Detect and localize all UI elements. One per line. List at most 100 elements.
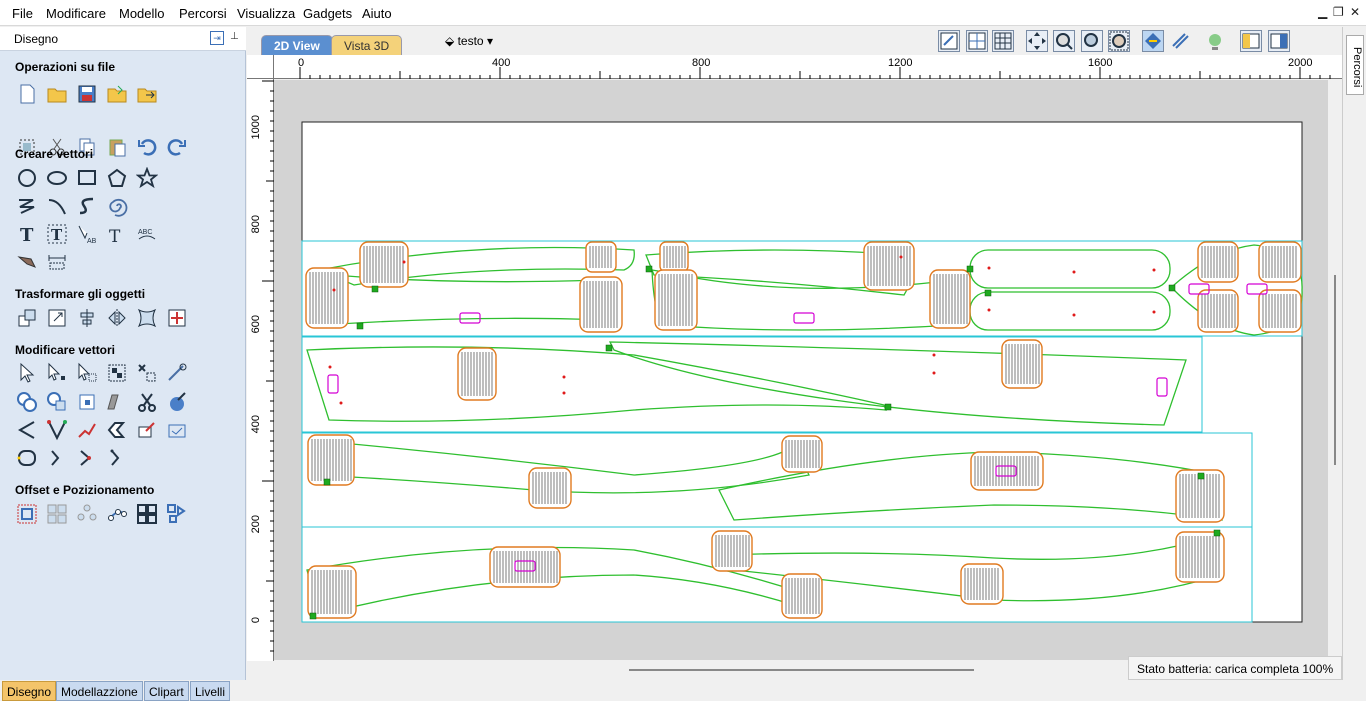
layer-select[interactable]: ⬙ testo ▾ [445, 34, 493, 48]
open-import-icon[interactable] [106, 83, 128, 105]
dock-icon[interactable]: ⇥ [210, 31, 224, 45]
tab-livelli[interactable]: Livelli [190, 681, 231, 701]
scissors-icon[interactable] [136, 391, 158, 413]
tab-clipart[interactable]: Clipart [144, 681, 189, 701]
join-icon[interactable] [76, 419, 98, 441]
paste-icon[interactable] [106, 136, 128, 158]
corner-icon[interactable] [16, 419, 38, 441]
ruler-corner[interactable] [247, 55, 274, 79]
zoom-icon[interactable] [1053, 30, 1075, 52]
transform-select-icon[interactable] [76, 362, 98, 384]
menu-gadgets[interactable]: Gadgets [303, 6, 352, 21]
nesting-icon[interactable] [136, 503, 158, 525]
circle-icon[interactable] [16, 167, 38, 189]
horizontal-scroll-thumb[interactable] [629, 669, 974, 671]
start-marker-7 [605, 344, 613, 352]
pen-icon[interactable] [16, 251, 38, 273]
tab-modellazzione[interactable]: Modellazzione [56, 681, 143, 701]
center-icon[interactable] [166, 307, 188, 329]
polygon-icon[interactable] [106, 167, 128, 189]
redo-icon[interactable] [166, 136, 188, 158]
new-file-icon[interactable] [16, 83, 38, 105]
group-icon[interactable] [106, 362, 128, 384]
tab-percorsi[interactable]: Percorsi [1346, 35, 1364, 95]
text-arc-icon[interactable]: T [106, 223, 128, 247]
pocket-16 [528, 467, 572, 509]
select-pointer-icon[interactable] [16, 362, 38, 384]
text-on-curve-icon[interactable]: AB [76, 223, 98, 245]
minimize-icon[interactable]: ▁ [1318, 5, 1327, 19]
link-icon[interactable] [106, 447, 128, 469]
extend-icon[interactable] [46, 447, 68, 469]
scale-icon[interactable] [46, 307, 68, 329]
snap-curve-icon[interactable] [1169, 30, 1191, 52]
ellipse-icon[interactable] [46, 167, 68, 189]
tab-2d-view[interactable]: 2D View [261, 35, 333, 55]
star-icon[interactable] [135, 166, 159, 189]
spiral-icon[interactable] [106, 195, 128, 217]
dimension-icon[interactable] [46, 251, 68, 273]
menu-modificare[interactable]: Modificare [46, 6, 106, 21]
auto-nest-icon[interactable] [166, 503, 188, 525]
save-icon[interactable] [76, 83, 98, 105]
move-icon[interactable] [16, 307, 38, 329]
text-icon[interactable]: T [16, 223, 38, 246]
mirror-icon[interactable] [106, 307, 128, 329]
close-vector-icon[interactable] [16, 447, 38, 469]
zoom-page-icon[interactable] [938, 30, 960, 52]
polyline-icon[interactable] [16, 195, 38, 217]
vruler-label-200: 200 [250, 515, 262, 534]
pin-icon[interactable]: ⊥ [230, 31, 239, 42]
fillet-icon[interactable] [106, 391, 128, 413]
snap-grid-icon[interactable] [966, 30, 988, 52]
start-marker-8 [884, 403, 892, 411]
zoom-fit-icon[interactable] [1081, 30, 1103, 52]
restore-icon[interactable]: ❐ [1333, 5, 1344, 19]
vertical-scrollbar[interactable] [1328, 80, 1342, 660]
array-icon[interactable] [46, 503, 68, 525]
drawing-canvas[interactable] [274, 80, 1328, 660]
close-icon[interactable]: ✕ [1350, 5, 1360, 19]
smooth-icon[interactable] [166, 391, 188, 413]
rectangle-icon[interactable] [76, 167, 98, 189]
weld-icon[interactable] [16, 391, 38, 413]
menu-file[interactable]: File [12, 6, 33, 21]
layout-left-icon[interactable] [1240, 30, 1262, 52]
snap-node-icon[interactable] [1142, 30, 1164, 52]
layout-right-icon[interactable] [1268, 30, 1290, 52]
menu-percorsi[interactable]: Percorsi [179, 6, 227, 21]
trim-icon[interactable] [166, 362, 188, 384]
grid-icon[interactable] [992, 30, 1014, 52]
align-icon[interactable] [76, 307, 98, 329]
menu-aiuto[interactable]: Aiuto [362, 6, 392, 21]
edit-pen-icon[interactable] [136, 419, 158, 441]
subtract-icon[interactable] [46, 391, 68, 413]
arc-icon[interactable] [46, 195, 68, 217]
intersect-icon[interactable] [76, 391, 98, 413]
curve-icon[interactable] [76, 195, 98, 217]
pan-icon[interactable] [1026, 30, 1048, 52]
drawing-panel: Disegno ⇥ ⊥ Operazioni su file Creare ve… [0, 27, 246, 701]
undo-icon[interactable] [136, 136, 158, 158]
ungroup-icon[interactable] [136, 362, 158, 384]
copy-along-icon[interactable] [106, 503, 128, 525]
zoom-selection-icon[interactable] [1108, 30, 1130, 52]
tab-disegno[interactable]: Disegno [2, 681, 57, 701]
distort-icon[interactable] [136, 307, 158, 329]
render-icon[interactable] [1204, 30, 1226, 52]
offset-icon[interactable] [16, 503, 38, 525]
vertex-icon[interactable] [46, 419, 68, 441]
text-box-icon[interactable]: T [46, 223, 68, 245]
menu-visualizza[interactable]: Visualizza [237, 6, 295, 21]
text-bend-icon[interactable]: ABC [136, 223, 158, 245]
menu-modello[interactable]: Modello [119, 6, 165, 21]
tab-3d-view[interactable]: Vista 3D [331, 35, 403, 55]
trim-end-icon[interactable] [76, 447, 98, 469]
open-folder-icon[interactable] [46, 83, 68, 105]
vertical-scroll-thumb[interactable] [1334, 275, 1336, 465]
boundary-icon[interactable] [166, 419, 188, 441]
nest-icon[interactable] [106, 419, 128, 441]
node-edit-icon[interactable] [46, 362, 68, 384]
export-icon[interactable] [136, 83, 158, 105]
circular-array-icon[interactable] [76, 503, 98, 525]
